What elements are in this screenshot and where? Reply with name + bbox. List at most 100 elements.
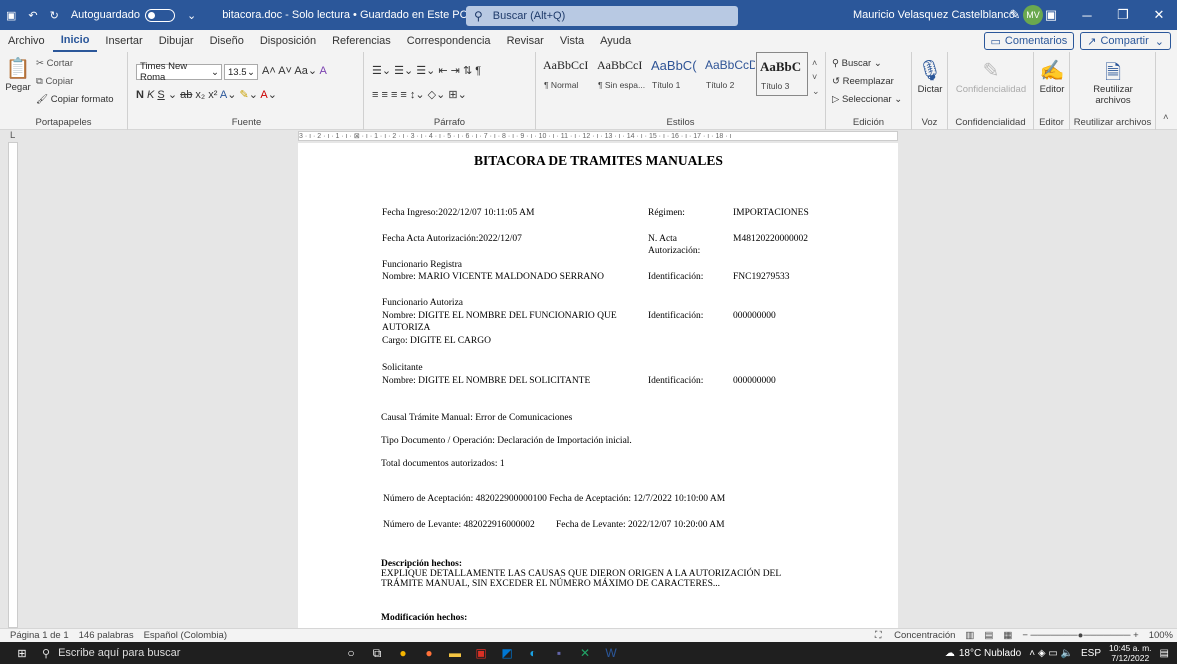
styles-scroll[interactable]: ˄ ˅ ⌄ xyxy=(812,56,820,98)
list-buttons[interactable]: ☰⌄ ☰⌄ ☰⌄ ⇤ ⇥ ⇅ ¶ xyxy=(372,64,481,77)
font-group-label: Fuente xyxy=(231,117,262,128)
editor-button[interactable]: ✍ Editor xyxy=(1036,58,1068,95)
tab-insertar[interactable]: Insertar xyxy=(97,30,150,52)
nombre-autoriza-line2: AUTORIZA xyxy=(382,323,431,333)
word-count[interactable]: 146 palabras xyxy=(79,630,134,641)
font-format-buttons[interactable]: N K S ⌄ ab x₂ x² A⌄ ✎⌄ A⌄ xyxy=(136,88,277,101)
input-language[interactable]: ESP xyxy=(1081,648,1101,659)
search-box[interactable]: ⚲ Buscar (Alt+Q) xyxy=(466,6,738,26)
tab-vista[interactable]: Vista xyxy=(552,30,592,52)
style-name: Título 3 xyxy=(761,81,790,91)
identificacion-label: Identificación: xyxy=(648,376,704,386)
font-size-select[interactable]: 13.5 ⌄ xyxy=(224,64,258,80)
pdf-icon[interactable]: ▣ xyxy=(468,642,494,664)
firefox-icon[interactable]: ● xyxy=(416,642,442,664)
align-buttons[interactable]: ≡ ≡ ≡ ≡ ↕⌄ ◇⌄ ⊞⌄ xyxy=(372,88,467,101)
web-layout-icon[interactable]: ▦ xyxy=(1003,630,1012,641)
file-explorer-icon[interactable]: ▬ xyxy=(442,642,468,664)
restore-button[interactable]: ❐ xyxy=(1105,0,1141,30)
notifications-icon[interactable]: ▤ xyxy=(1160,648,1169,659)
minimize-button[interactable]: ─ xyxy=(1069,0,1105,30)
zoom-slider[interactable]: − ───────●─────── + xyxy=(1022,630,1138,641)
tab-archivo[interactable]: Archivo xyxy=(0,30,53,52)
copy-button[interactable]: ⧉ Copiar xyxy=(36,76,73,87)
dictate-button[interactable]: 🎙 Dictar xyxy=(914,58,946,95)
close-button[interactable]: ✕ xyxy=(1141,0,1177,30)
teams-icon[interactable]: ▪ xyxy=(546,642,572,664)
excel-icon[interactable]: ✕ xyxy=(572,642,598,664)
tab-referencias[interactable]: Referencias xyxy=(324,30,399,52)
taskbar-search[interactable]: ⚲ Escribe aquí para buscar xyxy=(42,642,282,664)
autosave-switch[interactable] xyxy=(144,8,175,22)
fecha-levante: Fecha de Levante: 2022/12/07 10:20:00 AM xyxy=(556,520,725,530)
paragraph-group-label: Párrafo xyxy=(433,117,466,128)
format-painter-label: Copiar formato xyxy=(50,94,114,105)
font-size-controls[interactable]: A˄ A˅ Aa⌄ A xyxy=(262,64,327,77)
share-button[interactable]: ↗ Compartir ⌄ xyxy=(1080,32,1171,50)
vertical-ruler[interactable] xyxy=(8,142,18,628)
edge-icon[interactable]: ◐ xyxy=(520,642,546,664)
style-titulo-1[interactable]: AaBbC( Título 1 xyxy=(648,52,700,96)
clock-date: 7/12/2022 xyxy=(1111,653,1150,663)
solicitante-heading: Solicitante xyxy=(382,363,423,373)
tab-inicio[interactable]: Inicio xyxy=(52,30,98,52)
replace-button[interactable]: ↺ Reemplazar xyxy=(832,76,894,87)
system-tray: ☁ 18°C Nublado ˄ ◈ ▭ 🔈 ESP 10:45 a. m. 7… xyxy=(945,642,1169,664)
ruler-scale[interactable]: 3 · ı · 2 · ı · 1 · ı · ⊠ · ı · 1 · ı · … xyxy=(298,131,898,141)
save-icon[interactable]: ▣ xyxy=(0,0,22,30)
pen-icon[interactable]: ✎ xyxy=(997,0,1033,30)
descripcion-label: Descripción hechos: xyxy=(381,559,463,569)
total-documentos: Total documentos autorizados: 1 xyxy=(381,459,505,469)
qat-dropdown-icon[interactable]: ⌄ xyxy=(181,0,202,30)
chrome-icon[interactable]: ● xyxy=(390,642,416,664)
select-button[interactable]: ▷ Seleccionar ⌄ xyxy=(832,94,902,105)
sensitivity-button[interactable]: ✎ Confidencialidad xyxy=(952,58,1030,95)
format-painter-button[interactable]: 🖌 Copiar formato xyxy=(36,94,114,105)
tab-disposicion[interactable]: Disposición xyxy=(252,30,324,52)
undo-icon[interactable]: ↶ xyxy=(22,0,43,30)
weather-text[interactable]: 18°C Nublado xyxy=(959,648,1021,659)
redo-icon[interactable]: ↻ xyxy=(44,0,65,30)
collapse-ribbon-icon[interactable]: ˄ xyxy=(1163,112,1169,123)
style-titulo-2[interactable]: AaBbCcD Título 2 xyxy=(702,52,755,96)
style-sin-espaciado[interactable]: AaBbCcI ¶ Sin espa... xyxy=(594,52,646,96)
document-page[interactable]: BITACORA DE TRAMITES MANUALES Fecha Ingr… xyxy=(298,143,898,628)
read-mode-icon[interactable]: ▥ xyxy=(965,630,974,641)
zoom-level[interactable]: 100% xyxy=(1149,630,1173,641)
print-layout-icon[interactable]: ▤ xyxy=(984,630,993,641)
autosave-toggle[interactable]: Autoguardado xyxy=(65,0,181,30)
ribbon-display-icon[interactable]: ▣ xyxy=(1033,0,1069,30)
tab-diseno[interactable]: Diseño xyxy=(202,30,252,52)
tab-ayuda[interactable]: Ayuda xyxy=(592,30,639,52)
tab-dibujar[interactable]: Dibujar xyxy=(151,30,202,52)
document-title[interactable]: bitacora.doc - Solo lectura • Guardado e… xyxy=(216,0,483,30)
tab-correspondencia[interactable]: Correspondencia xyxy=(399,30,499,52)
tab-selector-icon[interactable]: L xyxy=(10,130,15,141)
page-count[interactable]: Página 1 de 1 xyxy=(10,630,69,641)
weather-icon[interactable]: ☁ xyxy=(945,648,955,659)
style-sample: AaBbC xyxy=(760,59,802,74)
comments-button[interactable]: ▭ Comentarios xyxy=(983,32,1075,50)
causal-tramite: Causal Trámite Manual: Error de Comunica… xyxy=(381,413,573,423)
chevron-down-icon: ⌄ xyxy=(211,66,219,78)
language[interactable]: Español (Colombia) xyxy=(144,630,227,641)
reuse-files-button[interactable]: 🗎 Reutilizar archivos xyxy=(1074,58,1152,106)
word-icon[interactable]: W xyxy=(598,642,624,664)
tab-revisar[interactable]: Revisar xyxy=(499,30,552,52)
tray-icons[interactable]: ˄ ◈ ▭ 🔈 xyxy=(1029,648,1073,659)
task-view-icon[interactable]: ⧉ xyxy=(364,642,390,664)
style-name: Título 1 xyxy=(652,80,681,90)
cortana-icon[interactable]: ○ xyxy=(338,642,364,664)
find-button[interactable]: ⚲ Buscar ⌄ xyxy=(832,58,882,69)
outlook-icon[interactable]: ◩ xyxy=(494,642,520,664)
focus-mode[interactable]: ⛶ Concentración xyxy=(875,630,956,641)
paste-button[interactable]: 📋 Pegar xyxy=(4,56,32,93)
vertical-scrollbar[interactable] xyxy=(1169,142,1177,628)
style-titulo-3[interactable]: AaBbC Título 3 xyxy=(756,52,808,96)
style-sample: AaBbCcI xyxy=(543,58,589,72)
font-name-select[interactable]: Times New Roma ⌄ xyxy=(136,61,222,83)
windows-start-icon[interactable]: ⊞ xyxy=(4,642,40,664)
style-normal[interactable]: AaBbCcI ¶ Normal xyxy=(540,52,592,96)
clock[interactable]: 10:45 a. m. 7/12/2022 xyxy=(1109,643,1152,663)
cut-button[interactable]: ✂ Cortar xyxy=(36,58,73,69)
